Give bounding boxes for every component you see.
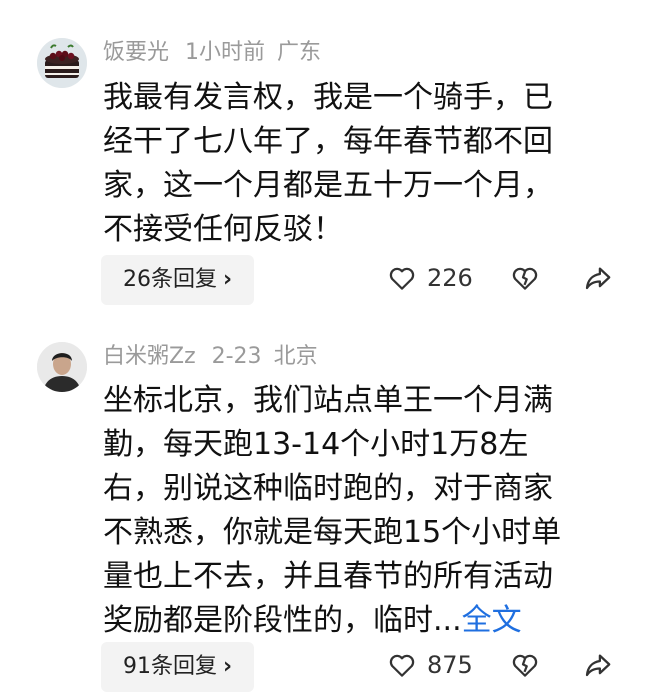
comment-line: 经干了七八年了，每年春节都不回 xyxy=(103,124,553,159)
view-replies-button[interactable]: 26条回复 › xyxy=(101,255,255,305)
dislike-button[interactable] xyxy=(510,650,540,680)
comment-line-text: 奖励都是阶段性的，临时... xyxy=(103,603,462,638)
like-button[interactable]: 226 xyxy=(387,263,473,293)
broken-heart-icon xyxy=(512,267,538,290)
cake-avatar-icon xyxy=(37,38,87,88)
like-count: 226 xyxy=(427,264,473,292)
like-count: 875 xyxy=(427,651,473,679)
comment-meta: 白米粥Zz 2-23 北京 xyxy=(103,342,334,372)
comment-text[interactable]: 我最有发言权，我是一个骑手，已 经干了七八年了，每年春节都不回 家，这一个月都是… xyxy=(103,76,603,252)
comment-line: 不接受任何反驳！ xyxy=(103,212,343,247)
comment-line: 坐标北京，我们站点单王一个月满 xyxy=(103,383,553,418)
view-replies-button[interactable]: 91条回复 › xyxy=(101,642,255,692)
comment-line-last: 奖励都是阶段性的，临时...全文 xyxy=(103,599,603,643)
heart-icon xyxy=(389,654,415,677)
share-icon xyxy=(585,267,611,290)
avatar[interactable] xyxy=(37,38,87,88)
comment-line: 家，这一个月都是五十万一个月， xyxy=(103,168,553,203)
comment-line: 勤，每天跑13-14个小时1万8左 xyxy=(103,427,529,462)
person-avatar-icon xyxy=(37,342,87,392)
chevron-right-icon: › xyxy=(223,654,233,679)
comment-time: 1小时前 xyxy=(185,40,266,65)
comment-meta: 饭要光 1小时前 广东 xyxy=(103,38,337,68)
comment-time: 2-23 xyxy=(211,344,262,369)
comment-location: 北京 xyxy=(273,344,318,369)
comment-line: 右，别说这种临时跑的，对于商家 xyxy=(103,471,553,506)
username[interactable]: 白米粥Zz xyxy=(103,344,196,369)
replies-count-label: 26条回复 xyxy=(123,267,217,292)
like-button[interactable]: 875 xyxy=(387,650,473,680)
replies-count-label: 91条回复 xyxy=(123,654,217,679)
avatar[interactable] xyxy=(37,342,87,392)
comment-location: 广东 xyxy=(277,40,322,65)
dislike-button[interactable] xyxy=(510,263,540,293)
share-icon xyxy=(585,654,611,677)
username[interactable]: 饭要光 xyxy=(103,40,169,65)
broken-heart-icon xyxy=(512,654,538,677)
comment-line: 量也上不去，并且春节的所有活动 xyxy=(103,559,553,594)
comment-text[interactable]: 坐标北京，我们站点单王一个月满 勤，每天跑13-14个小时1万8左 右，别说这种… xyxy=(103,379,603,643)
heart-icon xyxy=(389,267,415,290)
expand-full-text-link[interactable]: 全文 xyxy=(462,603,522,638)
share-button[interactable] xyxy=(583,263,613,293)
share-button[interactable] xyxy=(583,650,613,680)
comment-line: 我最有发言权，我是一个骑手，已 xyxy=(103,80,553,115)
chevron-right-icon: › xyxy=(223,267,233,292)
comment-line: 不熟悉，你就是每天跑15个小时单 xyxy=(103,515,562,550)
